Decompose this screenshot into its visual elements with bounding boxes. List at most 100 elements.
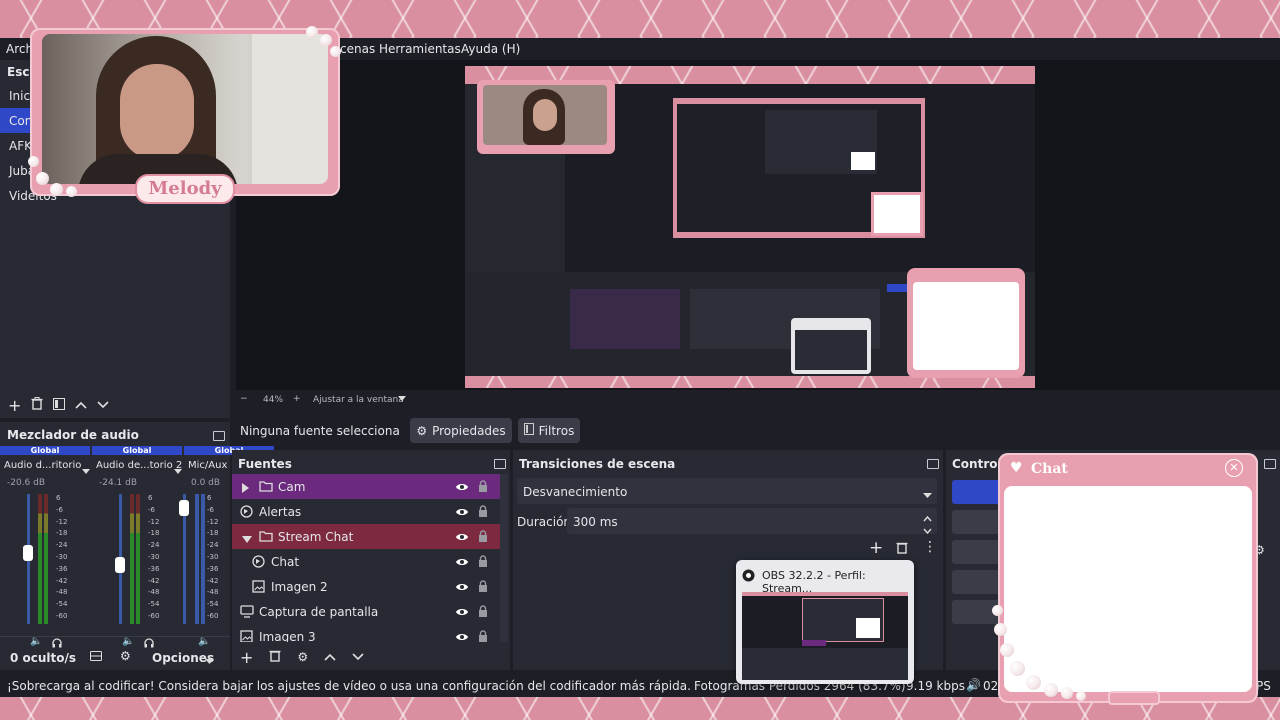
- preview-zoom-bar: − 44% + Ajustar a la ventana: [236, 392, 1280, 410]
- dock-float-icon[interactable]: [927, 459, 939, 469]
- dock-float-icon[interactable]: [213, 431, 225, 441]
- audio-mixer-title: Mezclador de audio: [7, 428, 139, 442]
- meter-scale-label: 6: [207, 494, 212, 502]
- webcam-name-label: Melody: [135, 174, 235, 204]
- meter-scale-label: -18: [148, 529, 160, 538]
- browser-source-icon: [252, 555, 265, 571]
- meter-scale-label: -6: [148, 505, 155, 514]
- preview-canvas[interactable]: [465, 66, 1035, 388]
- options-dropdown-icon[interactable]: [205, 654, 214, 668]
- level-meter: [130, 494, 134, 624]
- dock-float-icon[interactable]: [494, 459, 506, 469]
- webcam-feed: [42, 34, 328, 184]
- monitor-badge: Global: [92, 446, 182, 455]
- expand-arrow-icon[interactable]: [242, 482, 249, 496]
- source-down-icon[interactable]: [352, 650, 364, 664]
- meter-scale-label: -6: [207, 505, 214, 514]
- meter-scale-label: -18: [207, 529, 219, 538]
- lock-icon[interactable]: [478, 630, 488, 642]
- volume-fader-handle[interactable]: [179, 500, 189, 516]
- channel-name[interactable]: Audio d...ritorio: [4, 460, 81, 471]
- zoom-out-button[interactable]: −: [240, 394, 248, 404]
- volume-fader-handle[interactable]: [23, 545, 33, 561]
- delete-scene-icon[interactable]: [31, 397, 43, 413]
- speaker-icon: 🔊: [966, 678, 981, 692]
- source-up-icon[interactable]: [324, 650, 336, 664]
- source-toolbar: Ninguna fuente selecciona ⚙ Propiedades F…: [232, 416, 1280, 446]
- move-down-icon[interactable]: [97, 398, 109, 412]
- image-icon: [240, 630, 253, 642]
- zoom-in-button[interactable]: +: [293, 394, 301, 404]
- visibility-eye-icon[interactable]: [455, 506, 469, 520]
- delete-source-icon[interactable]: [269, 649, 281, 665]
- visibility-eye-icon[interactable]: [455, 631, 469, 642]
- menu-tools[interactable]: Herramientas: [379, 42, 461, 56]
- gear-icon: ⚙: [416, 423, 428, 438]
- filter-icon: [523, 423, 534, 438]
- filters-button[interactable]: Filtros: [518, 418, 580, 443]
- channel-dropdown-icon[interactable]: [174, 464, 182, 478]
- thumbnail-preview: [742, 592, 908, 680]
- visibility-eye-icon[interactable]: [455, 531, 469, 545]
- lock-icon[interactable]: [478, 555, 488, 570]
- source-label: Cam: [278, 480, 306, 494]
- sources-scrollbar[interactable]: [500, 474, 508, 642]
- sources-toolbar: + ⚙: [232, 646, 510, 668]
- duration-down-icon[interactable]: [923, 523, 932, 537]
- properties-button[interactable]: ⚙ Propiedades: [410, 418, 512, 443]
- visibility-eye-icon[interactable]: [455, 481, 469, 495]
- channel-name[interactable]: Mic/Aux: [188, 460, 227, 471]
- meter-scale-label: -30: [56, 553, 68, 561]
- collapse-arrow-icon[interactable]: [242, 532, 252, 546]
- channel-name[interactable]: Audio de...torio 2: [96, 460, 182, 471]
- transition-menu-icon[interactable]: ⋮: [923, 539, 937, 555]
- add-source-icon[interactable]: +: [240, 648, 253, 667]
- mixer-channel: Global Audio d...ritorio -20.6 dB 6 -6 -12 -18…: [0, 446, 92, 648]
- chat-body: [1004, 486, 1252, 692]
- lock-icon[interactable]: [478, 505, 488, 520]
- lock-icon[interactable]: [478, 530, 488, 545]
- source-item[interactable]: Stream Chat: [232, 524, 500, 549]
- mixer-layout-icon[interactable]: [90, 650, 102, 665]
- lock-icon[interactable]: [478, 605, 488, 620]
- volume-fader-handle[interactable]: [115, 557, 125, 573]
- preview-area[interactable]: [236, 60, 1280, 390]
- audio-mixer-dock: Mezclador de audio Global Audio d...ritor…: [0, 422, 274, 670]
- chat-close-icon[interactable]: ✕: [1225, 459, 1243, 477]
- remove-transition-icon[interactable]: [896, 541, 908, 557]
- lock-icon[interactable]: [478, 580, 488, 595]
- visibility-eye-icon[interactable]: [455, 556, 469, 570]
- taskbar-thumbnail[interactable]: OBS 32.2.2 - Perfil: Stream...: [736, 560, 914, 684]
- channel-volume-db: -20.6 dB: [7, 478, 46, 488]
- channel-dropdown-icon[interactable]: [82, 464, 90, 478]
- fit-window-select[interactable]: Ajustar a la ventana: [313, 395, 404, 405]
- source-item[interactable]: Cam: [232, 474, 500, 499]
- source-item[interactable]: Imagen 3: [232, 624, 500, 642]
- source-item[interactable]: Chat: [232, 549, 500, 574]
- meter-scale-label: -24: [148, 541, 160, 550]
- visibility-eye-icon[interactable]: [455, 606, 469, 620]
- lock-icon[interactable]: [478, 480, 488, 495]
- source-settings-icon[interactable]: ⚙: [297, 650, 308, 664]
- source-item[interactable]: Captura de pantalla: [232, 599, 500, 624]
- transition-select[interactable]: Desvanecimiento: [517, 478, 937, 504]
- scene-filters-icon[interactable]: [53, 397, 66, 413]
- source-item[interactable]: Imagen 2: [232, 574, 500, 599]
- dock-float-icon[interactable]: [1264, 459, 1276, 469]
- visibility-eye-icon[interactable]: [455, 581, 469, 595]
- no-source-label: Ninguna fuente selecciona: [240, 424, 400, 438]
- channel-volume-db: 0.0 dB: [191, 478, 221, 488]
- add-scene-icon[interactable]: +: [8, 396, 21, 415]
- source-item[interactable]: Alertas: [232, 499, 500, 524]
- mixer-settings-icon[interactable]: ⚙: [120, 649, 131, 663]
- move-up-icon[interactable]: [75, 398, 87, 412]
- fps-indicator: PS: [1256, 679, 1271, 693]
- browser-source-icon: [240, 505, 253, 521]
- fit-dropdown-icon[interactable]: [398, 395, 406, 405]
- transitions-title: Transiciones de escena: [519, 457, 676, 471]
- duration-input[interactable]: 300 ms: [567, 508, 937, 537]
- add-transition-icon[interactable]: +: [869, 538, 883, 558]
- transition-dropdown-icon[interactable]: [923, 488, 932, 502]
- menu-scenes[interactable]: cenas: [340, 42, 375, 56]
- menu-help[interactable]: Ayuda (H): [461, 42, 520, 56]
